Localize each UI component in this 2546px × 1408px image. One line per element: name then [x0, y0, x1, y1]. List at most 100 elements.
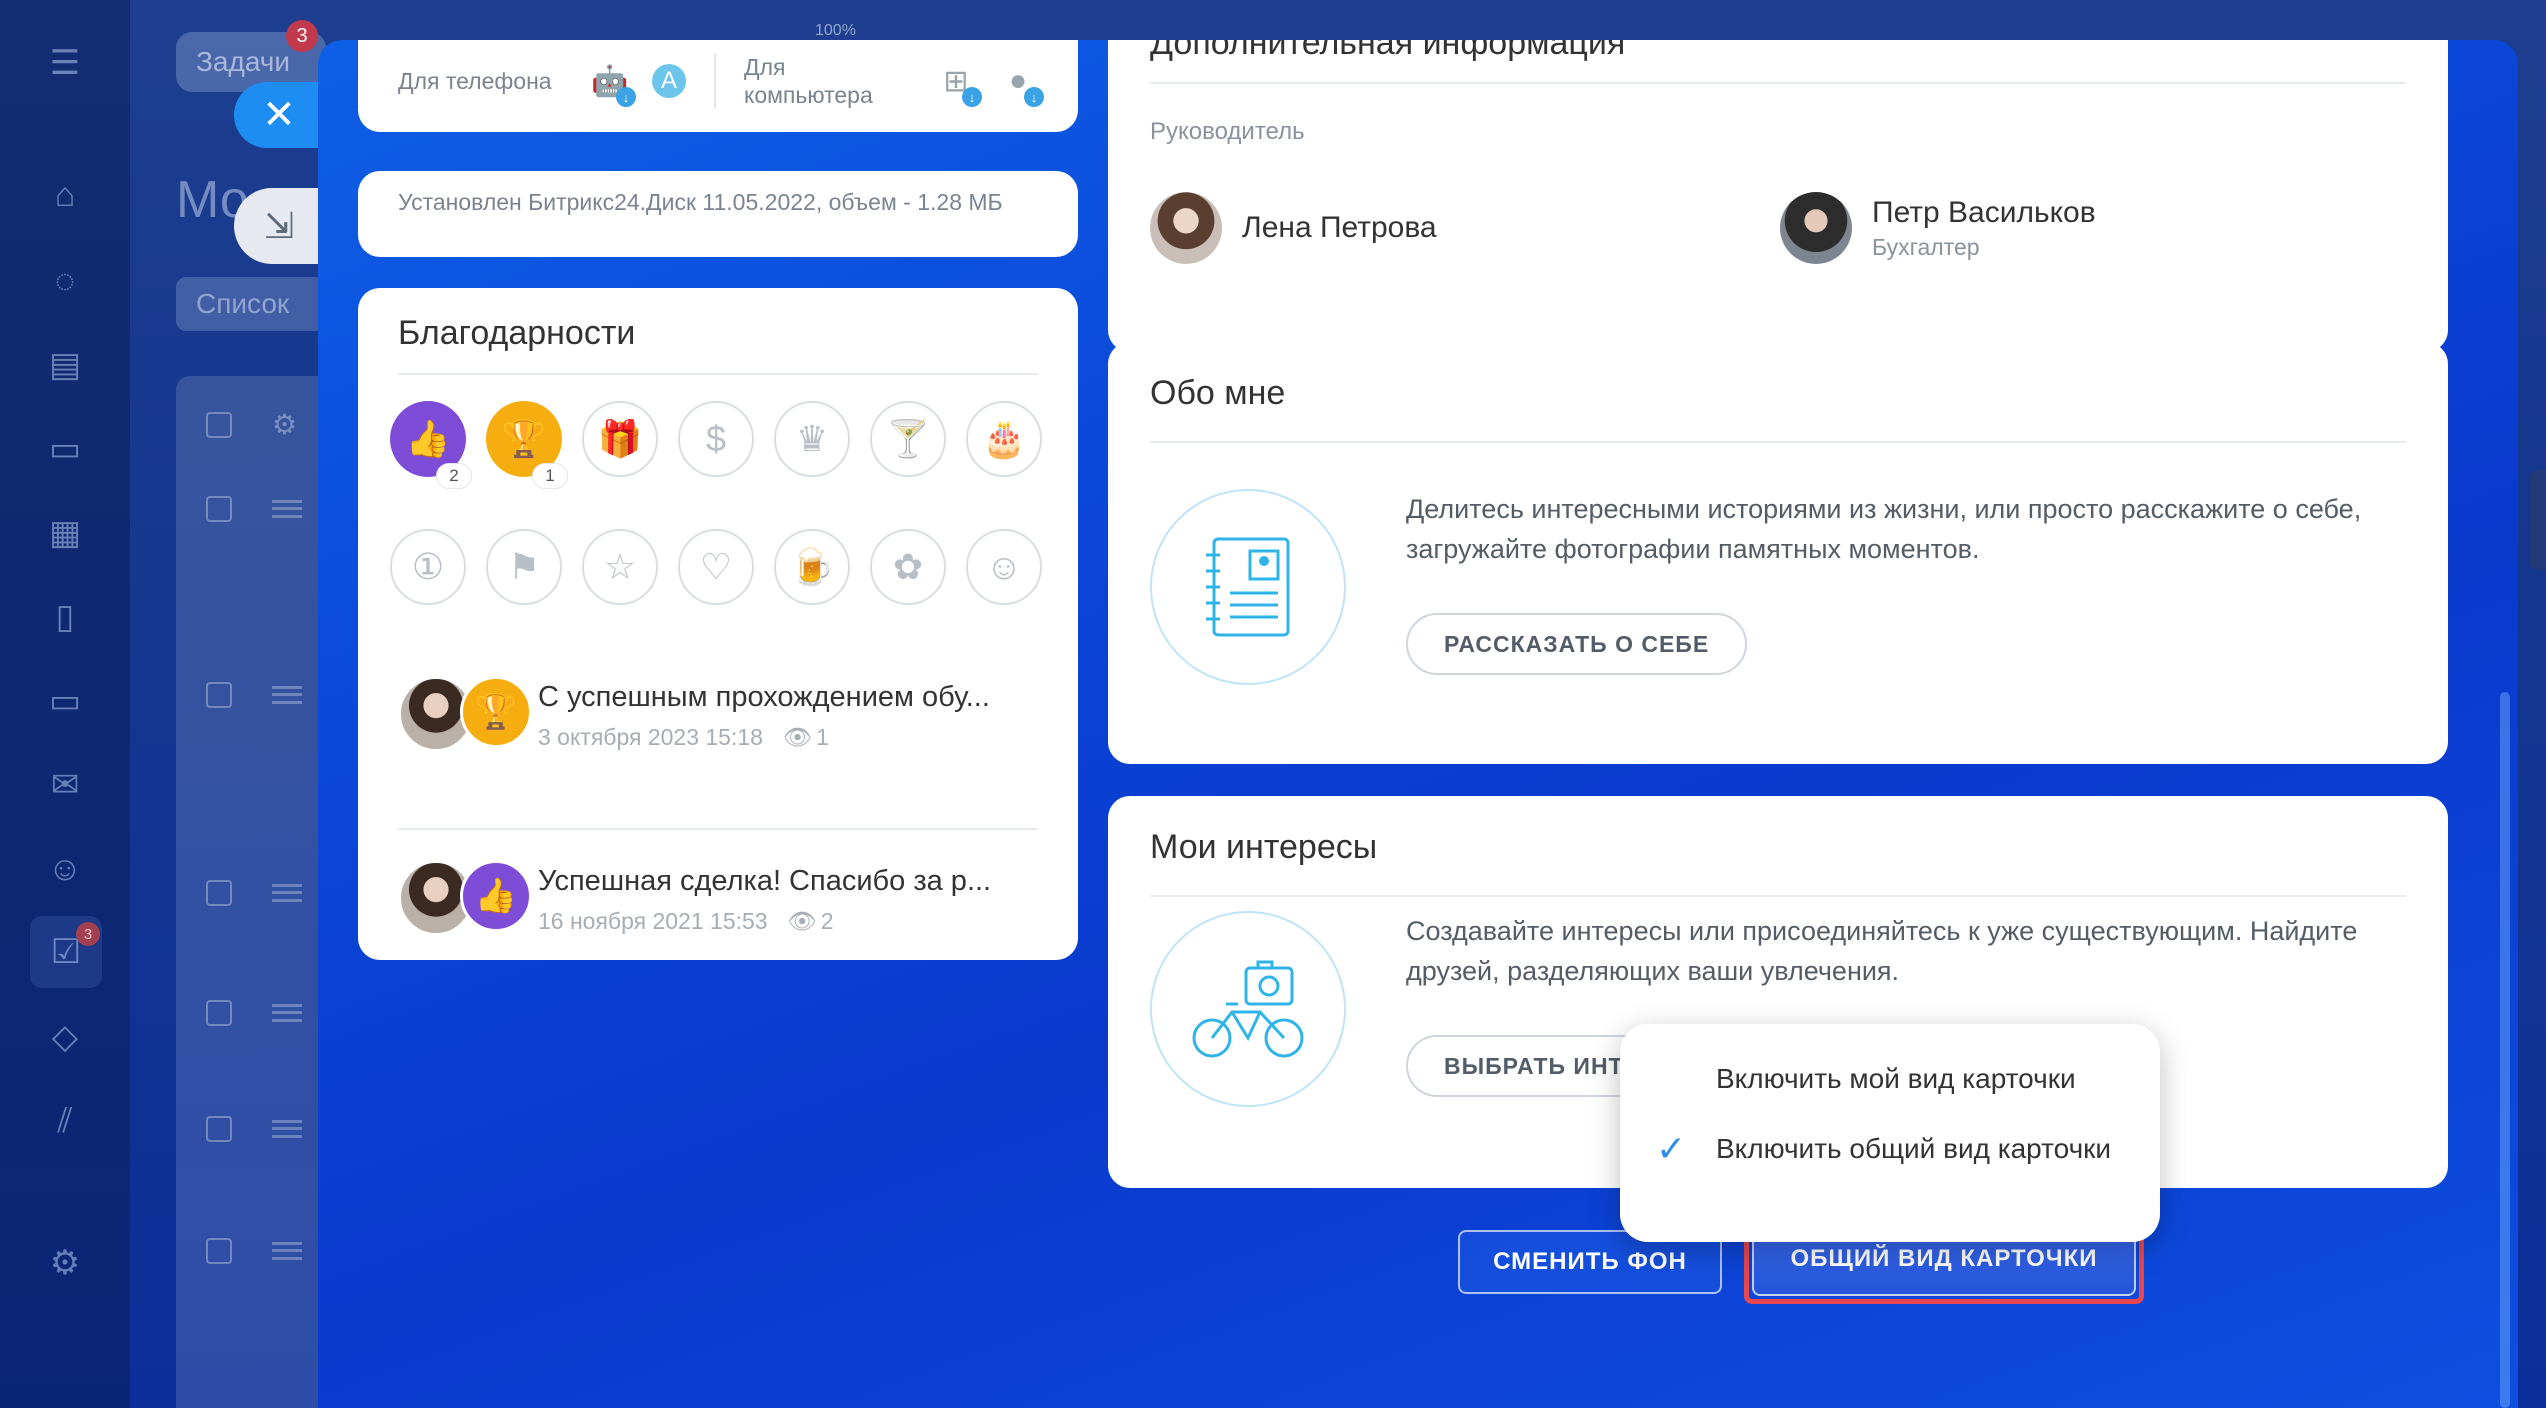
additional-info-card: Дополнительная информация Руководитель Л…: [1108, 40, 2448, 352]
manager-person[interactable]: Лена Петрова: [1150, 192, 1437, 264]
flow-icon[interactable]: ⫽: [40, 1096, 90, 1146]
right-edge-handle[interactable]: [2530, 470, 2546, 570]
row-checkbox[interactable]: [206, 682, 232, 708]
additional-info-title: Дополнительная информация: [1150, 40, 2406, 84]
tell-about-yourself-button[interactable]: РАССКАЗАТЬ О СЕБЕ: [1406, 613, 1748, 675]
menu-item-common-view[interactable]: ✓ Включить общий вид карточки: [1620, 1114, 2160, 1184]
appstore-icon[interactable]: A: [652, 64, 686, 98]
card-view-menu: Включить мой вид карточки ✓ Включить общ…: [1620, 1024, 2160, 1242]
colleague-name: Петр Васильков: [1872, 195, 2096, 229]
contacts-icon[interactable]: ☺: [40, 844, 90, 894]
windows-icon[interactable]: ⊞ ↓: [936, 61, 982, 107]
thanks-card: Благодарности 👍 2 🏆 1 🎁 $ ♛ 🍸 🎂 ① ⚑ ☆ ♡ …: [358, 288, 1078, 960]
row-checkbox[interactable]: [206, 880, 232, 906]
trophy-icon: 🏆: [460, 676, 532, 748]
close-slider-button[interactable]: ✕: [234, 82, 324, 148]
mail-icon[interactable]: ✉: [40, 760, 90, 810]
interests-title: Мои интересы: [1150, 828, 2406, 897]
cocktail-icon[interactable]: 🍸: [870, 401, 946, 477]
avatar: [1150, 192, 1222, 264]
thanks-divider: [398, 828, 1038, 830]
like-count: 2: [436, 463, 472, 489]
table-row[interactable]: [206, 880, 302, 906]
left-rail: ☰ ⌂ ◌ ▤ ▭ ▦ ▯ ▭ ✉ ☺ ☑ 3 ◇ ⫽ ⚙: [0, 0, 130, 1408]
thanks-title: Благодарности: [398, 314, 1038, 375]
thanks-item[interactable]: 👍 Успешная сделка! Спасибо за р... 16 но…: [398, 860, 1038, 940]
menu-icon[interactable]: ☰: [40, 38, 90, 88]
docs-icon[interactable]: ▯: [40, 592, 90, 642]
close-icon: ✕: [262, 93, 296, 137]
smile-icon[interactable]: ☺: [966, 529, 1042, 605]
select-all-checkbox[interactable]: [206, 411, 232, 438]
view-mode-list[interactable]: Список: [176, 277, 326, 331]
row-menu-icon[interactable]: [272, 1004, 302, 1022]
profile-document-icon: [1150, 489, 1346, 685]
profile-slider: Для телефона 🤖 ↓ A Для компьютера ⊞ ↓ ● ↓ У…: [318, 40, 2518, 1408]
row-menu-icon[interactable]: [272, 1242, 302, 1260]
eye-icon: 👁: [782, 724, 813, 750]
calendar-icon[interactable]: ▦: [40, 508, 90, 558]
like-badge[interactable]: 👍 2: [390, 401, 472, 489]
table-row[interactable]: [206, 496, 302, 522]
thanks-avatars: 🏆: [398, 676, 538, 756]
chat-icon[interactable]: ▭: [40, 424, 90, 474]
android-icon[interactable]: 🤖 ↓: [590, 61, 636, 107]
thanks-item-meta: 16 ноября 2021 15:53 👁 2: [538, 908, 1028, 935]
row-menu-icon[interactable]: [272, 500, 302, 518]
thanks-item-title: Успешная сделка! Спасибо за р...: [538, 865, 992, 897]
table-row[interactable]: [206, 682, 302, 708]
settings-icon[interactable]: ⚙: [40, 1238, 90, 1288]
colleague-role: Бухгалтер: [1872, 233, 1980, 260]
box-icon[interactable]: ◇: [40, 1012, 90, 1062]
thanks-item[interactable]: 🏆 С успешным прохождением обу... 3 октяб…: [398, 676, 1038, 756]
cup-badge[interactable]: 🏆 1: [486, 401, 568, 489]
thanks-item-views: 1: [816, 724, 829, 750]
beer-icon[interactable]: 🍺: [774, 529, 850, 605]
flower-icon[interactable]: ✿: [870, 529, 946, 605]
phone-apps: Для телефона 🤖 ↓ A: [398, 61, 686, 107]
minimize-slider-button[interactable]: ⇲: [234, 188, 324, 264]
row-checkbox[interactable]: [206, 496, 232, 522]
drive-icon[interactable]: ▭: [40, 676, 90, 726]
bicycle-camera-icon: [1150, 911, 1346, 1107]
heart-icon[interactable]: ♡: [678, 529, 754, 605]
manager-name: Лена Петрова: [1242, 211, 1437, 244]
colleague-person[interactable]: Петр Васильков Бухгалтер: [1780, 192, 2096, 264]
row-menu-icon[interactable]: [272, 686, 302, 704]
row-menu-icon[interactable]: [272, 1120, 302, 1138]
thanks-item-text: Успешная сделка! Спасибо за р... 16 нояб…: [538, 865, 1028, 935]
trophy-icon: 🏆: [501, 418, 547, 459]
crown-icon[interactable]: ♛: [774, 401, 850, 477]
avatar: [1780, 192, 1852, 264]
flag-icon[interactable]: ⚑: [486, 529, 562, 605]
apple-icon[interactable]: ● ↓: [998, 61, 1044, 107]
number-one-icon[interactable]: ①: [390, 529, 466, 605]
gift-icon[interactable]: 🎁: [582, 401, 658, 477]
thumbs-up-icon: 👍: [460, 860, 532, 932]
about-me-text: Делитесь интересными историями из жизни,…: [1406, 494, 2362, 564]
thanks-item-date: 3 октября 2023 15:18: [538, 724, 763, 750]
row-menu-icon[interactable]: [272, 884, 302, 902]
table-row[interactable]: [206, 1000, 302, 1026]
feed-icon[interactable]: ▤: [40, 340, 90, 390]
row-checkbox[interactable]: [206, 1000, 232, 1026]
thanks-item-meta: 3 октября 2023 15:18 👁 1: [538, 724, 1028, 751]
thumbs-up-icon: 👍: [405, 418, 451, 459]
table-row[interactable]: [206, 1116, 302, 1142]
check-icon: ✓: [1656, 1128, 1687, 1169]
star-icon[interactable]: ☆: [582, 529, 658, 605]
crm-icon[interactable]: ◌: [40, 256, 90, 306]
tasks-icon[interactable]: ☑ 3: [30, 916, 102, 988]
home-icon[interactable]: ⌂: [40, 170, 90, 220]
scrollbar[interactable]: [2500, 692, 2510, 1408]
row-checkbox[interactable]: [206, 1116, 232, 1142]
cake-icon[interactable]: 🎂: [966, 401, 1042, 477]
desktop-apps: Для компьютера ⊞ ↓ ● ↓: [744, 53, 1044, 109]
table-row[interactable]: [206, 1238, 302, 1264]
gear-icon[interactable]: ⚙: [272, 408, 297, 441]
row-checkbox[interactable]: [206, 1238, 232, 1264]
money-bag-icon[interactable]: $: [678, 401, 754, 477]
thanks-item-views: 2: [820, 908, 834, 934]
interests-text: Создавайте интересы или присоединяйтесь …: [1406, 916, 2358, 986]
menu-item-my-view[interactable]: Включить мой вид карточки: [1620, 1044, 2160, 1114]
